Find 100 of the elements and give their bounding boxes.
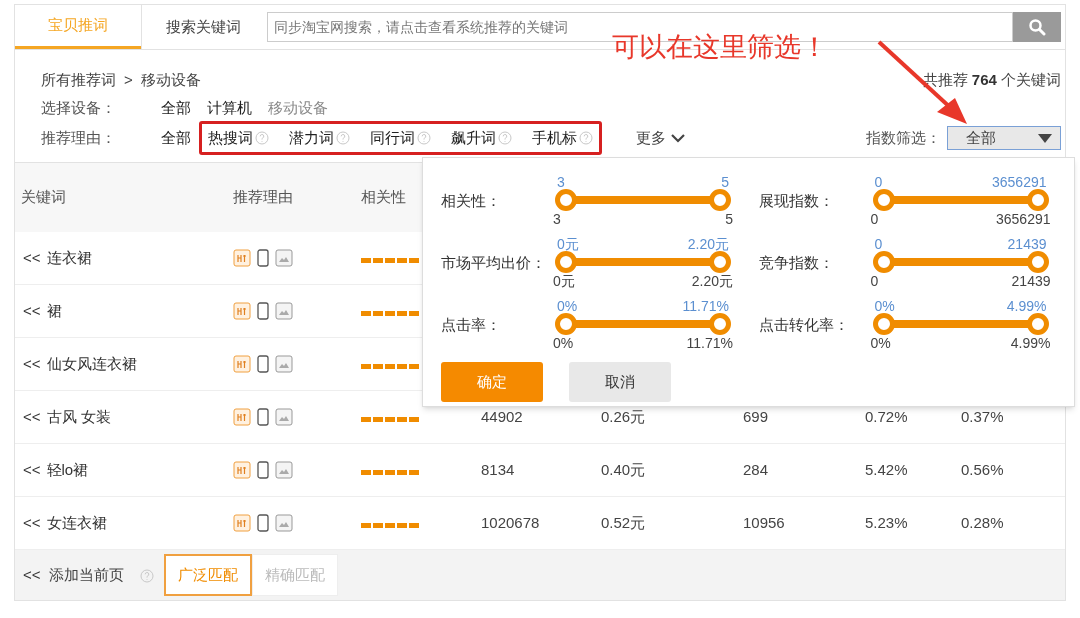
- phone-icon: [257, 461, 269, 479]
- add-keyword-link[interactable]: <<: [23, 299, 41, 323]
- rating-segment: [373, 257, 383, 263]
- keyword-cell-text: 女连衣裙: [46, 512, 107, 533]
- range-slider[interactable]: [557, 251, 729, 273]
- add-keyword-link[interactable]: <<: [23, 511, 41, 535]
- reason-option[interactable]: 全部: [161, 126, 191, 150]
- range-slider[interactable]: [874, 189, 1047, 211]
- slider-handle[interactable]: [1026, 189, 1049, 211]
- device-option[interactable]: 全部: [161, 96, 191, 120]
- slider-min-label: 3: [553, 211, 561, 227]
- device-option[interactable]: 计算机: [207, 96, 252, 120]
- slider-handle[interactable]: [1026, 313, 1049, 335]
- help-icon[interactable]: [498, 131, 512, 145]
- hot-tag-icon: [233, 249, 251, 267]
- keyword-cell-text: 轻lo裙: [46, 459, 89, 480]
- hot-tag-icon: [233, 514, 251, 532]
- add-all-link[interactable]: <<: [23, 563, 41, 587]
- table-cell-text: 1020678: [481, 512, 541, 533]
- add-keyword-link[interactable]: <<: [23, 246, 41, 270]
- slider-label: 点击率：: [441, 315, 502, 335]
- rating-segment: [409, 469, 419, 475]
- rating-segment: [397, 257, 407, 263]
- slider-min-value: 0%: [557, 299, 578, 313]
- slider-max-value: 4.99%: [1006, 299, 1047, 313]
- slider-handle[interactable]: [555, 251, 577, 273]
- slider-max-label: 4.99%: [1010, 335, 1051, 351]
- slider-handle[interactable]: [709, 313, 731, 335]
- column-header: 推荐理由: [233, 187, 294, 208]
- filter-label: 指数筛选：: [866, 127, 941, 148]
- rating-segment: [373, 469, 383, 475]
- table-cell-text: 0.26元: [601, 406, 647, 427]
- slider-max-value: 21439: [1007, 237, 1047, 251]
- rating-segment: [409, 257, 419, 263]
- device-option[interactable]: 移动设备: [268, 96, 328, 120]
- rating-segment: [361, 363, 371, 369]
- table-cell-text: 699: [743, 406, 770, 427]
- reason-option[interactable]: 飙升词: [451, 126, 496, 150]
- reason-option[interactable]: 手机标: [532, 126, 577, 150]
- table-cell-text: 0.56%: [961, 459, 1005, 480]
- help-icon[interactable]: [579, 131, 593, 145]
- rating-segment: [409, 522, 419, 528]
- slider-max-value: 11.71%: [682, 299, 729, 313]
- help-icon[interactable]: [336, 131, 350, 145]
- slider-handle[interactable]: [872, 313, 895, 335]
- reason-option[interactable]: 潜力词: [289, 126, 334, 150]
- help-icon[interactable]: [139, 568, 154, 583]
- rating-segment: [397, 469, 407, 475]
- slider-label: 展现指数：: [758, 191, 835, 211]
- breadcrumb-current: 移动设备: [140, 69, 201, 90]
- rating-segment: [385, 363, 395, 369]
- slider-min-label: 0: [870, 273, 879, 289]
- add-keyword-link[interactable]: <<: [23, 458, 41, 482]
- slider-handle[interactable]: [709, 189, 731, 211]
- slider-max-label: 21439: [1011, 273, 1051, 289]
- range-slider[interactable]: [557, 189, 729, 211]
- slider-handle[interactable]: [872, 189, 895, 211]
- range-slider[interactable]: [874, 251, 1047, 273]
- help-icon[interactable]: [417, 131, 431, 145]
- breadcrumb-root[interactable]: 所有推荐词: [41, 68, 116, 92]
- range-slider[interactable]: [557, 313, 729, 335]
- slider-handle[interactable]: [555, 313, 577, 335]
- slider-min-label: 0%: [553, 335, 574, 351]
- phone-icon: [257, 514, 269, 532]
- range-slider[interactable]: [874, 313, 1047, 335]
- slider-label: 竞争指数：: [758, 253, 835, 273]
- hot-tag-icon: [233, 302, 251, 320]
- search-button[interactable]: [1013, 12, 1061, 42]
- slider-handle[interactable]: [1026, 251, 1049, 273]
- table-cell-text: 0.72%: [865, 406, 909, 427]
- table-cell-text: 8134: [481, 459, 516, 480]
- rating-segment: [397, 310, 407, 316]
- slider-min-value: 0%: [874, 299, 895, 313]
- more-button[interactable]: 更多: [636, 126, 686, 150]
- image-icon: [275, 461, 293, 479]
- table-cell-text: 5.42%: [865, 459, 909, 480]
- reason-option[interactable]: 热搜词: [208, 126, 253, 150]
- add-keyword-link[interactable]: <<: [23, 352, 41, 376]
- slider-handle[interactable]: [872, 251, 895, 273]
- image-icon: [275, 408, 293, 426]
- index-filter-dropdown[interactable]: 全部: [947, 126, 1061, 150]
- slider-max-value: 3656291: [992, 175, 1047, 189]
- add-keyword-link[interactable]: <<: [23, 405, 41, 429]
- reason-option[interactable]: 同行词: [370, 126, 415, 150]
- table-cell-text: 0.52元: [601, 512, 647, 533]
- cancel-button[interactable]: 取消: [569, 362, 671, 402]
- slider-handle[interactable]: [709, 251, 731, 273]
- slider-handle[interactable]: [555, 189, 577, 211]
- add-page-link[interactable]: 添加当前页: [48, 563, 124, 587]
- phone-icon: [257, 355, 269, 373]
- rating-segment: [361, 310, 371, 316]
- rating-segment: [409, 310, 419, 316]
- image-icon: [275, 302, 293, 320]
- slider-min-label: 0: [870, 211, 879, 227]
- help-icon[interactable]: [255, 131, 269, 145]
- phone-icon: [257, 408, 269, 426]
- tab[interactable]: 搜索关键词: [141, 5, 265, 49]
- slider-label: 市场平均出价：: [441, 253, 547, 273]
- rating-segment: [385, 469, 395, 475]
- rating-segment: [397, 363, 407, 369]
